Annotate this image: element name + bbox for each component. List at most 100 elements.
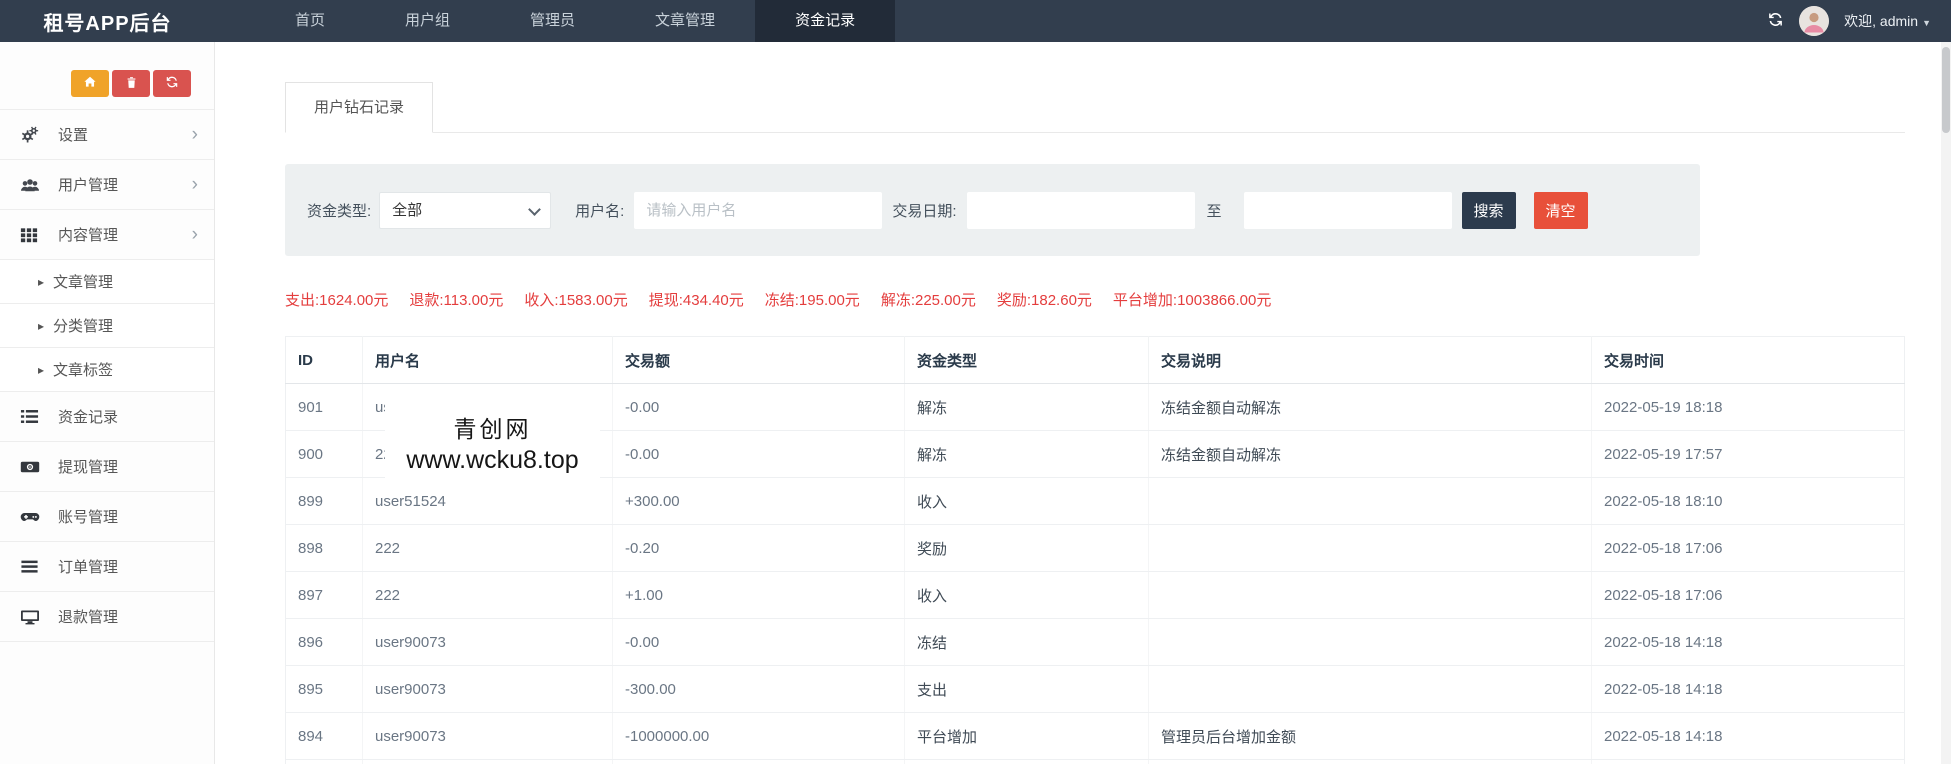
sidebar: 设置 › 用户管理 › 内容管理 › ▸ 文章管理 ▸ 分类管理 ▸ 文章标签 资金记录 提现管理 账号管理… [0,42,215,764]
nav-item-fund-records[interactable]: 资金记录 [755,0,896,42]
nav-item-admin[interactable]: 管理员 [490,0,615,42]
cell-time: 2022-05-18 14:18 [1591,618,1905,666]
cell-id: 899 [285,477,363,525]
top-nav-menu: 首页 用户组 管理员 文章管理 资金记录 [255,0,896,42]
cell-fund-type [904,759,1149,764]
sidebar-item-category-management[interactable]: ▸ 分类管理 [0,304,214,348]
sidebar-item-user-management[interactable]: 用户管理 › [0,160,214,210]
cell-amount: -0.00 [612,383,905,431]
cell-amount: -0.20 [612,524,905,572]
summary-item: 支出:1624.00元 [285,292,389,309]
nav-item-home[interactable]: 首页 [255,0,365,42]
list-icon [20,407,46,426]
page-scrollbar[interactable] [1941,42,1951,764]
sidebar-item-settings[interactable]: 设置 › [0,110,214,160]
cell-description [1148,759,1592,764]
cell-fund-type: 冻结 [904,618,1149,666]
scrollbar-thumb[interactable] [1942,47,1950,133]
sidebar-item-account-management[interactable]: 账号管理 [0,492,214,542]
nav-item-article-management[interactable]: 文章管理 [615,0,755,42]
sidebar-item-label: 文章标签 [53,362,114,379]
cell-description [1148,524,1592,572]
nav-item-user-group[interactable]: 用户组 [365,0,490,42]
refresh-quick-button[interactable] [153,70,191,97]
username-label: 用户名: [575,202,625,220]
cell-username: 222 [362,524,613,572]
cell-username: 222 [362,571,613,619]
summary-item: 解冻:225.00元 [880,292,976,309]
trash-quick-button[interactable] [112,70,150,97]
summary-item: 平台增加:1003866.00元 [1112,292,1272,309]
summary-item: 收入:1583.00元 [524,292,628,309]
cell-time [1591,759,1905,764]
money-icon [20,457,46,477]
cell-description [1148,477,1592,525]
username-input[interactable] [634,191,883,229]
records-table-wrap: ID用户名交易额资金类型交易说明交易时间 901user90073-0.00解冻… [285,336,1941,764]
cell-id: 900 [285,430,363,478]
table-header-row: ID 用户名 交易额 资金类型 交易说明 交易时间 [285,336,1905,384]
app-title: 租号APP后台 [43,12,172,35]
chevron-right-icon: › [191,174,198,195]
refresh-icon [1767,11,1784,31]
cell-username: user90073 [362,712,613,760]
watermark-text: 青创网 [453,415,532,442]
cell-description [1148,571,1592,619]
sidebar-item-label: 内容管理 [58,227,119,244]
cell-description: 冻结金额自动解冻 [1148,430,1592,478]
sidebar-item-fund-records[interactable]: 资金记录 [0,392,214,442]
cell-amount: -300.00 [612,665,905,713]
users-icon [20,175,46,195]
cell-time: 2022-05-18 17:06 [1591,571,1905,619]
sidebar-item-content-management[interactable]: 内容管理 › [0,210,214,260]
cell-id [285,759,363,764]
refresh-icon [165,75,179,92]
user-menu[interactable]: 欢迎, admin ▼ [1844,11,1931,31]
cell-amount: +300.00 [612,477,905,525]
cell-id: 894 [285,712,363,760]
cell-amount: +1.00 [612,571,905,619]
search-button[interactable]: 搜索 [1461,191,1516,229]
cell-time: 2022-05-19 18:18 [1591,383,1905,431]
table-row: 894 user90073 -1000000.00 平台增加 管理员后台增加金额 2022… [285,712,1905,760]
date-start-input[interactable] [966,191,1195,229]
home-quick-button[interactable] [71,70,109,97]
refresh-button[interactable] [1767,11,1784,31]
sidebar-item-article-tags[interactable]: ▸ 文章标签 [0,348,214,392]
cell-id: 896 [285,618,363,666]
sidebar-item-article-management[interactable]: ▸ 文章管理 [0,260,214,304]
cell-time: 2022-05-18 17:06 [1591,524,1905,572]
chevron-right-icon: › [191,224,198,245]
cell-description: 管理员后台增加金额 [1148,712,1592,760]
column-header: 交易额 [612,336,905,384]
watermark-overlay: 青创网 www.wcku8.top [385,402,600,482]
cell-username [362,759,613,764]
cell-id: 897 [285,571,363,619]
clear-button[interactable]: 清空 [1533,191,1588,229]
cell-fund-type: 解冻 [904,383,1149,431]
table-row [285,759,1905,764]
caret-down-icon: ▼ [1922,18,1931,28]
cell-fund-type: 解冻 [904,430,1149,478]
sidebar-item-withdrawal-management[interactable]: 提现管理 [0,442,214,492]
date-end-input[interactable] [1243,191,1452,229]
cell-amount: -0.00 [612,618,905,666]
cell-username: user90073 [362,665,613,713]
tab-user-diamond-records[interactable]: 用户钻石记录 [285,82,434,133]
sidebar-item-refund-management[interactable]: 退款管理 [0,592,214,642]
table-row: 898 222 -0.20 奖励 2022-05-18 17:06 [285,524,1905,572]
cell-id: 901 [285,383,363,431]
sidebar-item-order-management[interactable]: 订单管理 [0,542,214,592]
watermark-url: www.wcku8.top [406,445,579,474]
fund-type-label: 资金类型: [307,202,372,220]
sidebar-item-label: 设置 [58,127,89,144]
trash-icon [125,76,138,92]
filter-bar: 资金类型: 全部 用户名: 交易日期: 至 搜索 清空 [285,164,1700,256]
table-row: 896 user90073 -0.00 冻结 2022-05-18 14:18 [285,618,1905,666]
cell-time: 2022-05-18 14:18 [1591,665,1905,713]
cell-fund-type: 平台增加 [904,712,1149,760]
avatar[interactable] [1799,6,1830,36]
home-icon [83,75,97,92]
fund-type-select[interactable]: 全部 [379,191,552,229]
grid-icon [20,226,46,244]
